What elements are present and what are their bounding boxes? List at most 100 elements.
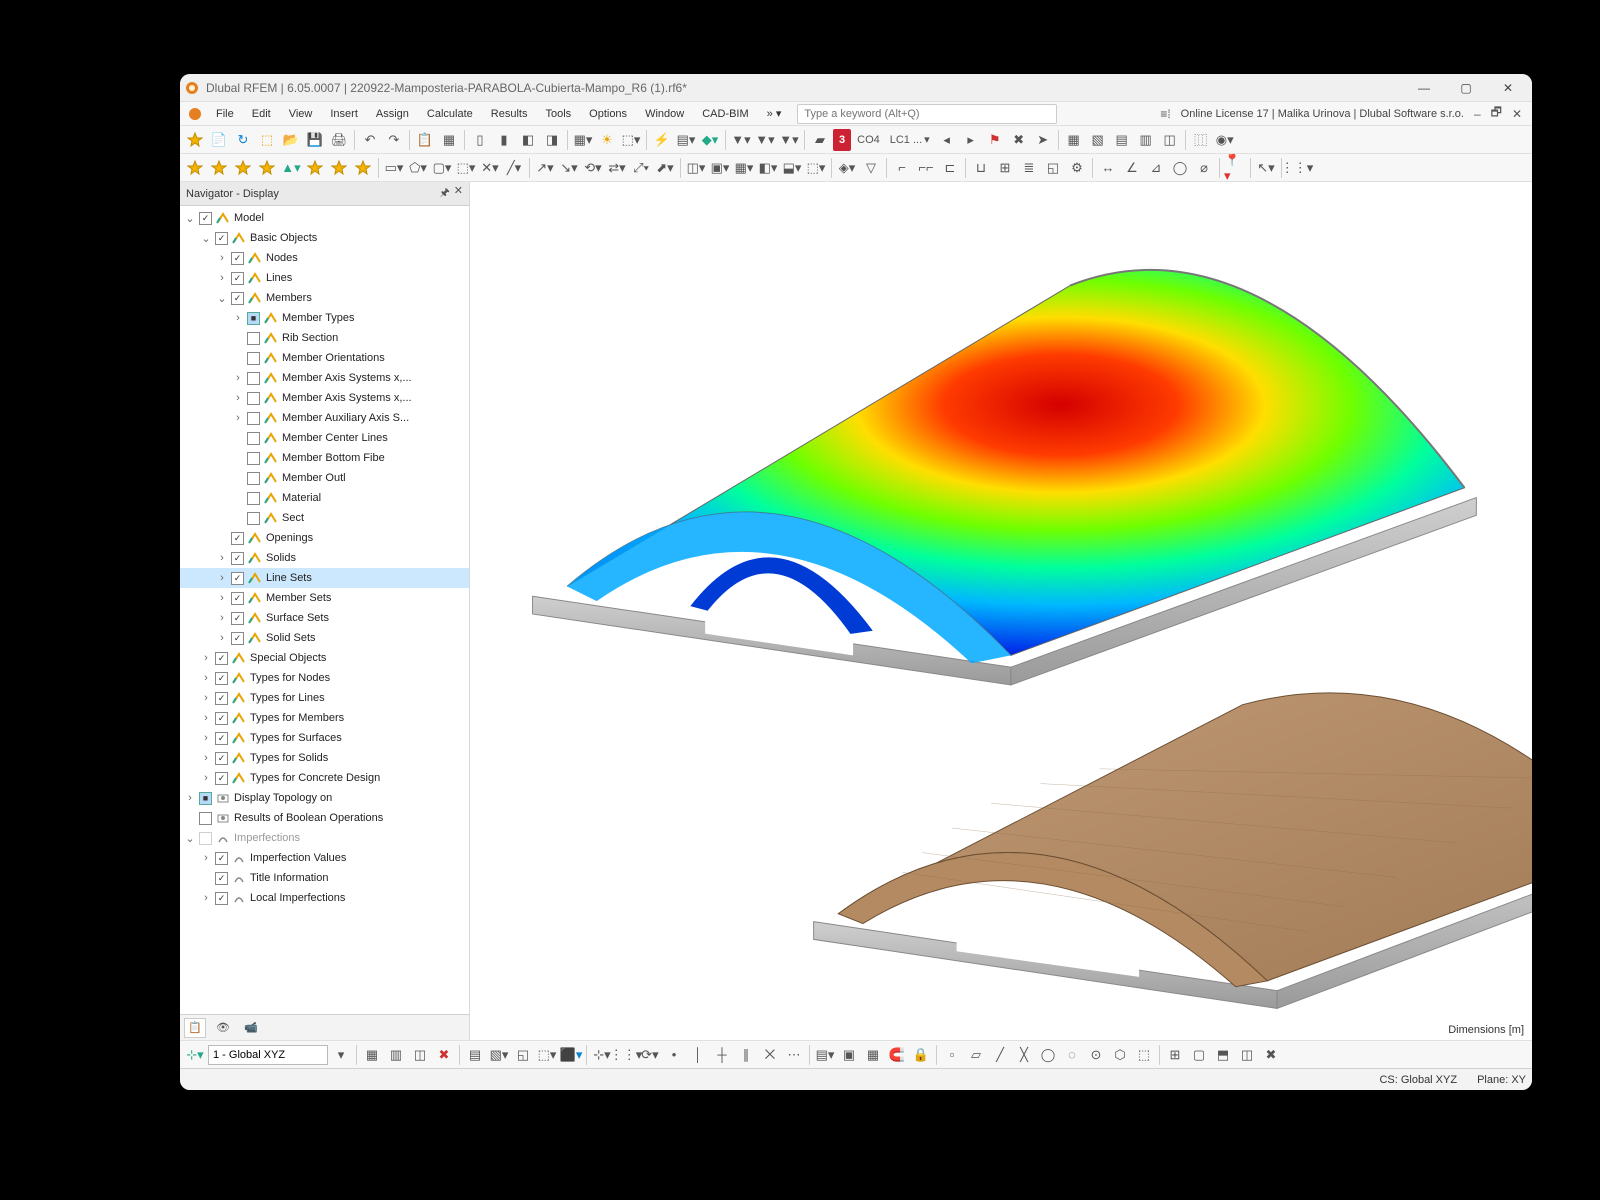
bt-rot-icon[interactable]: ⟳▾ <box>639 1044 661 1066</box>
coord-system-select[interactable]: 1 - Global XYZ <box>208 1045 328 1065</box>
sun-icon[interactable]: ☀ <box>596 129 618 151</box>
undo-icon[interactable]: ↶ <box>359 129 381 151</box>
bt5-icon[interactable]: ▧▾ <box>488 1044 510 1066</box>
tree-row[interactable]: ⌄✓Basic Objects <box>180 228 469 248</box>
bt-del-icon[interactable]: ✖ <box>433 1044 455 1066</box>
rot-icon[interactable]: ⟲▾ <box>582 157 604 179</box>
last-icon[interactable]: ◉▾ <box>1214 129 1236 151</box>
axis2-icon[interactable]: ⌐⌐ <box>915 157 937 179</box>
support-icon[interactable]: ▲▾ <box>280 157 302 179</box>
table-icon[interactable]: ▦ <box>438 129 460 151</box>
tree-expand-icon[interactable]: › <box>200 652 212 664</box>
tree-row[interactable]: ›✓Surface Sets <box>180 608 469 628</box>
combo-lc[interactable]: LC1 ... ▾ <box>886 129 934 151</box>
nav-tab-display-icon[interactable]: 👁 <box>212 1018 234 1038</box>
snap2-icon[interactable]: ▱ <box>965 1044 987 1066</box>
tree-row[interactable]: ›✓Solids <box>180 548 469 568</box>
maximize-button[interactable]: ▢ <box>1446 77 1486 99</box>
nav-tab-data-icon[interactable]: 📋 <box>184 1018 206 1038</box>
tree-expand-icon[interactable]: › <box>184 792 196 804</box>
d2-icon[interactable]: ∠ <box>1121 157 1143 179</box>
error-count-badge[interactable]: 3 <box>833 129 851 151</box>
flag-icon[interactable]: ⚑ <box>984 129 1006 151</box>
flash-icon[interactable]: ⚡ <box>651 129 673 151</box>
tree-row[interactable]: ›✓Nodes <box>180 248 469 268</box>
tree-expand-icon[interactable]: › <box>232 392 244 404</box>
bt4-icon[interactable]: ▤ <box>464 1044 486 1066</box>
p1-icon[interactable]: ◫▾ <box>685 157 707 179</box>
filter1-icon[interactable]: ▼▾ <box>730 129 752 151</box>
iso-icon[interactable]: ◆▾ <box>699 129 721 151</box>
next-icon[interactable]: ▸ <box>960 129 982 151</box>
tree-row[interactable]: ›✓Types for Nodes <box>180 668 469 688</box>
tree-row[interactable]: ›■Display Topology on <box>180 788 469 808</box>
tree-expand-icon[interactable]: › <box>200 692 212 704</box>
tree-row[interactable]: ›✓Solid Sets <box>180 628 469 648</box>
tree-expand-icon[interactable]: › <box>232 412 244 424</box>
menu-insert[interactable]: Insert <box>322 105 366 123</box>
mov1-icon[interactable]: ↗▾ <box>534 157 556 179</box>
minimize-button[interactable]: — <box>1404 77 1444 99</box>
n3-icon[interactable] <box>232 157 254 179</box>
sel-inter-icon[interactable]: ✕▾ <box>479 157 501 179</box>
tree-row[interactable]: Material <box>180 488 469 508</box>
tree-row[interactable]: ⌄✓Members <box>180 288 469 308</box>
tree-row[interactable]: ›✓Line Sets <box>180 568 469 588</box>
grid-dots-icon[interactable]: ⋮⋮▾ <box>1286 157 1308 179</box>
tree-expand-icon[interactable]: › <box>216 572 228 584</box>
view3-icon[interactable]: ◧ <box>517 129 539 151</box>
snap10-icon[interactable]: ⊞ <box>1164 1044 1186 1066</box>
res1-icon[interactable]: ▦ <box>1063 129 1085 151</box>
snap9-icon[interactable]: ⬚ <box>1133 1044 1155 1066</box>
keyword-search-input[interactable] <box>797 104 1057 124</box>
tree-row[interactable]: ›✓Types for Surfaces <box>180 728 469 748</box>
new-icon[interactable] <box>184 129 206 151</box>
p5-icon[interactable]: ⬓▾ <box>781 157 803 179</box>
navigator-tree[interactable]: ⌄✓Model⌄✓Basic Objects›✓Nodes›✓Lines⌄✓Me… <box>180 206 469 1014</box>
sel-line-icon[interactable]: ╱▾ <box>503 157 525 179</box>
n2-icon[interactable] <box>208 157 230 179</box>
sel-poly-icon[interactable]: ⬠▾ <box>407 157 429 179</box>
filter-icon[interactable]: ▽ <box>860 157 882 179</box>
tree-row[interactable]: Member Outl <box>180 468 469 488</box>
sect1-icon[interactable]: ⊔ <box>970 157 992 179</box>
calc-icon[interactable]: ▤▾ <box>675 129 697 151</box>
prev-icon[interactable]: ◂ <box>936 129 958 151</box>
tree-row[interactable]: ›■Member Types <box>180 308 469 328</box>
tree-expand-icon[interactable]: › <box>200 732 212 744</box>
tree-row[interactable]: ›✓Imperfection Values <box>180 848 469 868</box>
panel-pin-icon[interactable]: 🖈 <box>440 184 450 203</box>
tree-row[interactable]: Results of Boolean Operations <box>180 808 469 828</box>
d3-icon[interactable]: ⊿ <box>1145 157 1167 179</box>
res5-icon[interactable]: ◫ <box>1159 129 1181 151</box>
menu-window[interactable]: Window <box>637 105 692 123</box>
bt7-icon[interactable]: ⬚▾ <box>536 1044 558 1066</box>
menu-overflow[interactable]: » ▾ <box>759 104 790 123</box>
mdi-restore-icon[interactable]: 🗗 <box>1491 103 1502 124</box>
gear-icon[interactable]: ⚙ <box>1066 157 1088 179</box>
tree-expand-icon[interactable]: › <box>200 852 212 864</box>
tree-row[interactable]: ⌄✓Model <box>180 208 469 228</box>
sel-win-icon[interactable]: ▢▾ <box>431 157 453 179</box>
cube-icon[interactable]: ◱ <box>1042 157 1064 179</box>
disp-icon[interactable]: ⬚▾ <box>620 129 642 151</box>
snap1-icon[interactable]: ▫ <box>941 1044 963 1066</box>
p3-icon[interactable]: ▦▾ <box>733 157 755 179</box>
layers-icon[interactable]: ≣ <box>1018 157 1040 179</box>
model-viewport[interactable]: Dimensions [m] <box>470 182 1532 1040</box>
menu-calculate[interactable]: Calculate <box>419 105 481 123</box>
new-blank-icon[interactable]: 📄 <box>208 129 230 151</box>
chart-icon[interactable]: ⿲ <box>1190 129 1212 151</box>
tree-expand-icon[interactable]: › <box>200 672 212 684</box>
filter3-icon[interactable]: ▼▾ <box>778 129 800 151</box>
tree-expand-icon[interactable]: › <box>200 712 212 724</box>
tree-row[interactable]: Member Center Lines <box>180 428 469 448</box>
snap7-icon[interactable]: ⊙ <box>1085 1044 1107 1066</box>
bt-obj1-icon[interactable]: ▣ <box>838 1044 860 1066</box>
d5-icon[interactable]: ⌀ <box>1193 157 1215 179</box>
axis1-icon[interactable]: ⌐ <box>891 157 913 179</box>
tree-expand-icon[interactable]: › <box>200 772 212 784</box>
coord-icon[interactable]: ⊹▾ <box>184 1044 206 1066</box>
redo-icon[interactable]: ↷ <box>383 129 405 151</box>
scl-icon[interactable]: ⤢▾ <box>630 157 652 179</box>
